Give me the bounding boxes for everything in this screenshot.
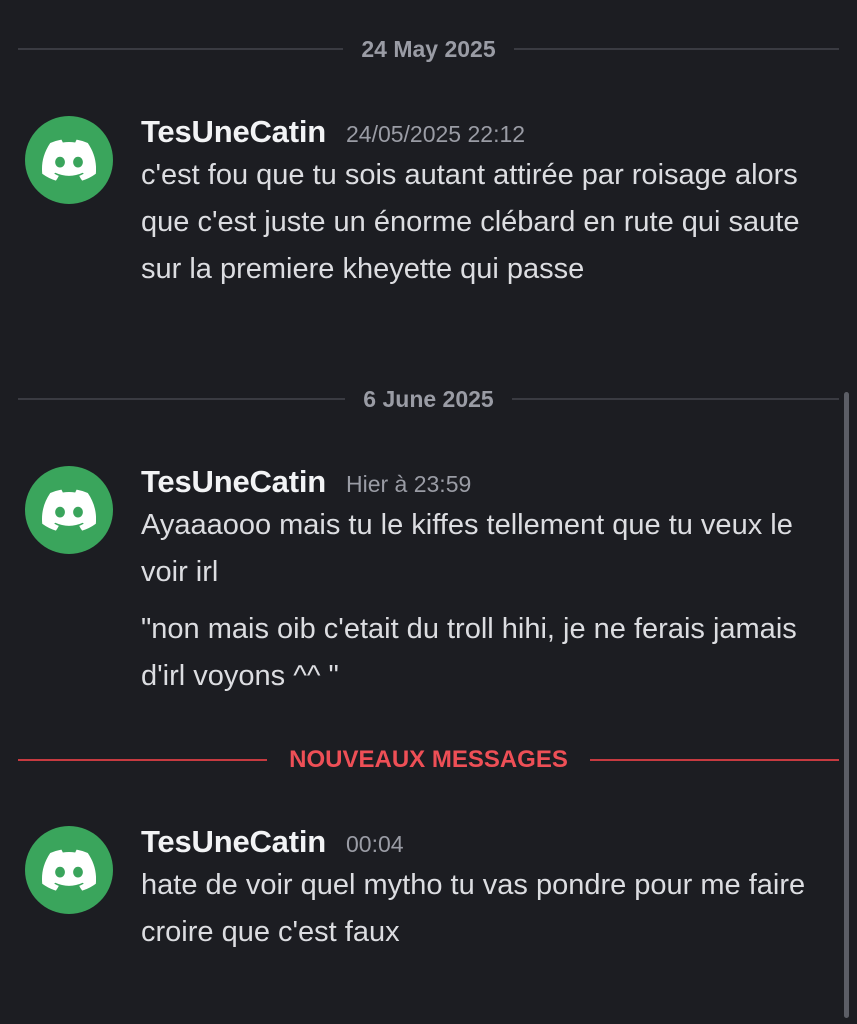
timestamp: 24/05/2025 22:12 (345, 121, 526, 147)
discord-logo-icon (42, 849, 96, 891)
divider-line (511, 398, 840, 400)
message-text: "non mais oib c'etait du troll hihi, je … (141, 613, 797, 692)
message-text: hate de voir quel mytho tu vas pondre po… (141, 869, 806, 948)
date-divider-label: 6 June 2025 (363, 385, 494, 412)
message-header: TesUneCatin 00:04 (141, 824, 837, 862)
timestamp: 00:04 (345, 831, 404, 857)
divider-line (589, 759, 839, 761)
divider-line (18, 48, 344, 50)
message-text: c'est fou que tu sois autant attirée par… (141, 159, 800, 285)
divider-line (513, 48, 839, 50)
divider-line (18, 398, 346, 400)
scrollbar[interactable] (844, 392, 849, 1018)
message-header: TesUneCatin 24/05/2025 22:12 (141, 114, 837, 152)
new-messages-divider: NOUVEAUX MESSAGES (18, 745, 839, 775)
message-text: Ayaaaooo mais tu le kiffes tellement que… (141, 509, 793, 588)
divider-line (18, 759, 268, 761)
avatar[interactable] (25, 466, 113, 554)
message-header: TesUneCatin Hier à 23:59 (141, 464, 837, 502)
avatar[interactable] (25, 116, 113, 204)
date-divider-label: 24 May 2025 (361, 35, 496, 62)
discord-logo-icon (42, 489, 96, 531)
username[interactable]: TesUneCatin (141, 824, 326, 860)
date-divider: 24 May 2025 (18, 34, 839, 64)
new-messages-label: NOUVEAUX MESSAGES (289, 746, 568, 773)
avatar[interactable] (25, 826, 113, 914)
date-divider: 6 June 2025 (18, 384, 840, 414)
username[interactable]: TesUneCatin (141, 464, 326, 500)
discord-logo-icon (42, 139, 96, 181)
username[interactable]: TesUneCatin (141, 114, 326, 150)
timestamp: Hier à 23:59 (345, 471, 472, 497)
